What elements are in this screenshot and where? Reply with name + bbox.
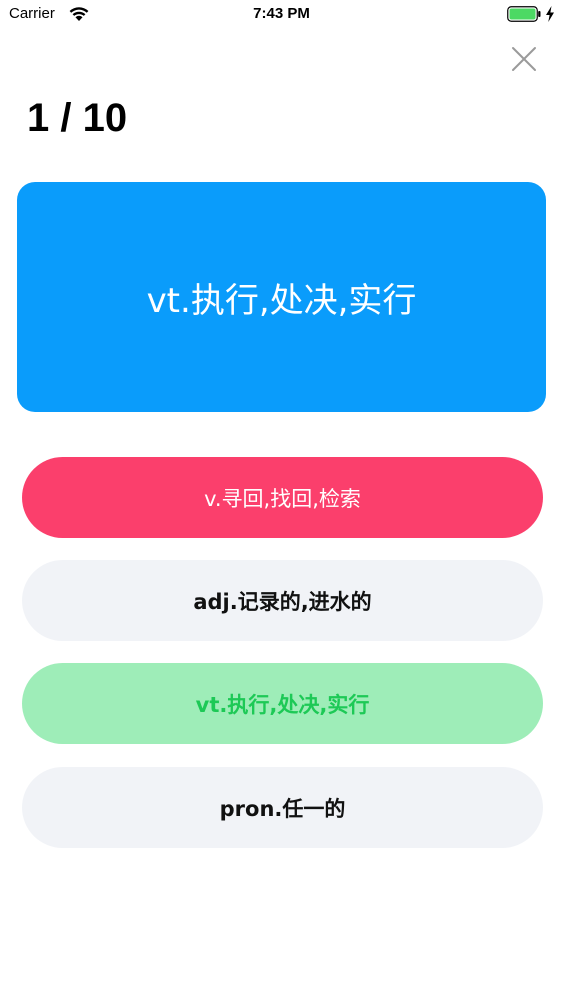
answer-option-label: adj.记录的,进水的 [193,589,372,614]
answer-option[interactable]: adj.记录的,进水的 [22,560,543,641]
close-icon [512,47,536,71]
status-time: 7:43 PM [253,5,310,22]
bolt-icon [546,6,554,22]
question-text: vt.执行,处决,实行 [146,280,417,321]
battery-icon [507,6,541,22]
answer-option-wrong[interactable]: v.寻回,找回,检索 [22,457,543,538]
answer-option-label: pron.任一的 [219,796,346,821]
answer-option-label: v.寻回,找回,检索 [204,486,361,511]
status-bar: Carrier 7:43 PM [0,0,563,30]
progress-counter: 1 / 10 [27,96,128,140]
answer-option-correct[interactable]: vt.执行,处决,实行 [22,663,543,744]
answer-option[interactable]: pron.任一的 [22,767,543,848]
close-button[interactable] [508,43,540,75]
answer-option-label: vt.执行,处决,实行 [195,692,370,717]
question-card: vt.执行,处决,实行 [17,182,546,412]
